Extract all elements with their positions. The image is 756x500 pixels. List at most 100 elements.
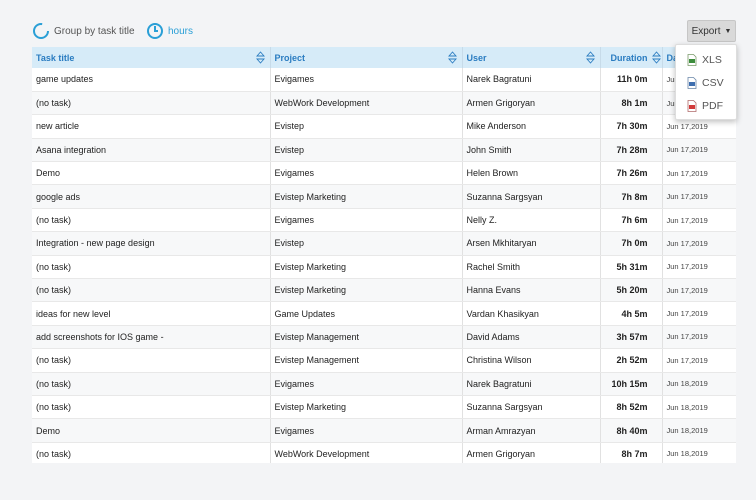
table-row[interactable]: Integration - new page design Evistep Arse… [32, 231, 736, 256]
report-table: Task title Project User Duration Date ga… [32, 47, 736, 463]
sort-icon[interactable] [651, 51, 661, 64]
cell-date: Jun 18,2019 [662, 442, 736, 463]
export-button[interactable]: Export ▼ [687, 20, 736, 42]
cell-project: Evistep [270, 114, 463, 139]
cell-task-title: new article [32, 114, 271, 139]
cell-project: Evistep [270, 231, 463, 256]
cell-task-title: (no task) [32, 372, 271, 396]
export-label: Export [691, 25, 721, 37]
sort-icon[interactable] [585, 51, 595, 64]
table-row[interactable]: Demo Evigames Helen Brown 7h 26m Jun 17,2019 [32, 161, 736, 186]
table-row[interactable]: (no task) WebWork Development Armen Grigor… [32, 442, 736, 463]
cell-user: Mike Anderson [462, 114, 601, 139]
xls-file-icon [687, 53, 697, 66]
cell-user: John Smith [462, 138, 601, 163]
cell-user: David Adams [462, 325, 601, 350]
hours-toggle[interactable]: hours [146, 22, 193, 40]
table-row[interactable]: (no task) Evistep Marketing Hanna Evans 5h … [32, 278, 736, 303]
column-header-duration[interactable]: Duration [600, 47, 663, 68]
cell-date: Jun 18,2019 [662, 418, 736, 443]
cell-project: Evigames [270, 161, 463, 186]
export-pdf-option[interactable]: PDF [676, 94, 736, 117]
export-csv-option[interactable]: CSV [676, 71, 736, 94]
table-row[interactable]: game updates Evigames Narek Bagratuni 11h 0… [32, 68, 736, 92]
group-by-label: Group by task title [54, 25, 135, 37]
cell-project: Evigames [270, 372, 463, 396]
cell-task-title: (no task) [32, 348, 271, 373]
group-by-toggle[interactable]: Group by task title [32, 22, 135, 40]
table-row[interactable]: ideas for new level Game Updates Vardan Kh… [32, 301, 736, 326]
table-row[interactable]: google ads Evistep Marketing Suzanna Sargs… [32, 184, 736, 209]
sort-icon[interactable] [255, 51, 265, 64]
cell-project: WebWork Development [270, 442, 463, 463]
cell-project: Evistep Management [270, 325, 463, 350]
column-header-task-title[interactable]: Task title [32, 47, 271, 68]
table-row[interactable]: new article Evistep Mike Anderson 7h 30m Jun… [32, 114, 736, 139]
cell-user: Christina Wilson [462, 348, 601, 373]
cell-duration: 8h 7m [600, 442, 663, 463]
table-row[interactable]: (no task) WebWork Development Armen Grigor… [32, 91, 736, 116]
cell-task-title: (no task) [32, 255, 271, 280]
cell-user: Suzanna Sargsyan [462, 184, 601, 209]
cell-date: Jun 18,2019 [662, 372, 736, 396]
table-row[interactable]: (no task) Evigames Nelly Z. 7h 6m Jun 17,201… [32, 208, 736, 233]
cell-duration: 4h 5m [600, 301, 663, 326]
table-row[interactable]: (no task) Evistep Management Christina Wil… [32, 348, 736, 373]
cell-date: Jun 17,2019 [662, 138, 736, 163]
cell-duration: 5h 31m [600, 255, 663, 280]
cell-duration: 7h 6m [600, 208, 663, 233]
cell-duration: 8h 1m [600, 91, 663, 116]
cell-duration: 8h 40m [600, 418, 663, 443]
cell-task-title: ideas for new level [32, 301, 271, 326]
sort-icon[interactable] [447, 51, 457, 64]
cell-date: Jun 17,2019 [662, 255, 736, 280]
cell-duration: 7h 28m [600, 138, 663, 163]
cell-user: Rachel Smith [462, 255, 601, 280]
table-row[interactable]: (no task) Evistep Marketing Rachel Smith 5h… [32, 255, 736, 280]
cell-user: Arsen Mkhitaryan [462, 231, 601, 256]
cell-duration: 5h 20m [600, 278, 663, 303]
cell-date: Jun 17,2019 [662, 301, 736, 326]
table-row[interactable]: Demo Evigames Arman Amrazyan 8h 40m Jun 18,2… [32, 418, 736, 443]
cell-project: Evistep Marketing [270, 278, 463, 303]
cell-project: Evistep Marketing [270, 255, 463, 280]
cell-task-title: (no task) [32, 91, 271, 116]
cell-project: Evistep Marketing [270, 184, 463, 209]
cell-duration: 7h 30m [600, 114, 663, 139]
cell-user: Vardan Khasikyan [462, 301, 601, 326]
cell-user: Arman Amrazyan [462, 418, 601, 443]
table-body: game updates Evigames Narek Bagratuni 11h 0… [32, 68, 736, 463]
csv-file-icon [687, 76, 697, 89]
column-header-user[interactable]: User [462, 47, 601, 68]
cell-date: Jun 17,2019 [662, 325, 736, 350]
table-row[interactable]: (no task) Evigames Narek Bagratuni 10h 15m J… [32, 372, 736, 396]
clock-icon [147, 23, 163, 39]
cell-date: Jun 18,2019 [662, 395, 736, 420]
cell-user: Nelly Z. [462, 208, 601, 233]
cell-task-title: game updates [32, 68, 271, 92]
cell-project: Evigames [270, 208, 463, 233]
cell-task-title: (no task) [32, 278, 271, 303]
cell-duration: 10h 15m [600, 372, 663, 396]
cell-duration: 7h 26m [600, 161, 663, 186]
cell-project: Game Updates [270, 301, 463, 326]
cell-task-title: Asana integration [32, 138, 271, 163]
cell-user: Hanna Evans [462, 278, 601, 303]
table-row[interactable]: (no task) Evistep Marketing Suzanna Sargsy… [32, 395, 736, 420]
cell-user: Narek Bagratuni [462, 372, 601, 396]
cell-date: Jun 17,2019 [662, 161, 736, 186]
cell-duration: 11h 0m [600, 68, 663, 92]
cell-task-title: add screenshots for IOS game - [32, 325, 271, 350]
export-xls-option[interactable]: XLS [676, 48, 736, 71]
table-row[interactable]: Asana integration Evistep John Smith 7h 28m… [32, 138, 736, 163]
hours-label: hours [168, 25, 194, 37]
cell-user: Armen Grigoryan [462, 442, 601, 463]
cell-task-title: google ads [32, 184, 271, 209]
cell-date: Jun 17,2019 [662, 348, 736, 373]
cell-project: Evigames [270, 418, 463, 443]
column-header-project[interactable]: Project [270, 47, 463, 68]
cell-task-title: Demo [32, 418, 271, 443]
cell-user: Suzanna Sargsyan [462, 395, 601, 420]
cell-project: Evistep [270, 138, 463, 163]
table-row[interactable]: add screenshots for IOS game - Evistep Ma… [32, 325, 736, 350]
